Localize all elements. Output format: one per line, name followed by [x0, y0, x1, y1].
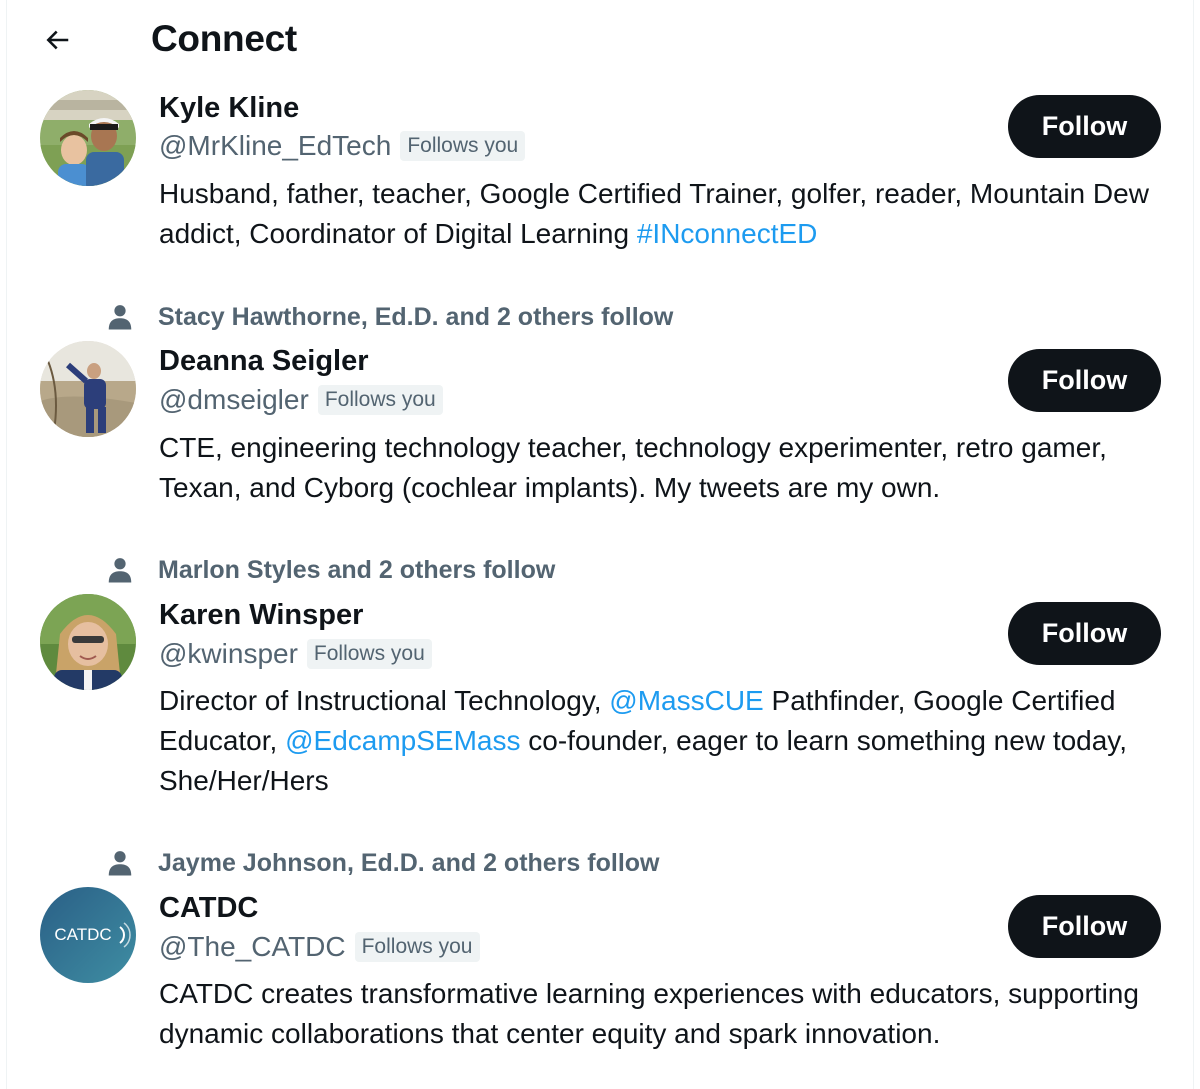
user-handle[interactable]: @dmseigler [159, 384, 309, 416]
social-context-text[interactable]: Stacy Hawthorne, Ed.D. and 2 others foll… [158, 303, 673, 332]
avatar[interactable] [40, 90, 136, 186]
handle-row: @MrKline_EdTech Follows you [159, 128, 526, 164]
follow-button[interactable]: Follow [1008, 895, 1161, 958]
follows-you-badge: Follows you [400, 131, 526, 161]
user-bio: CTE, engineering technology teacher, tec… [159, 432, 1107, 503]
connect-page: Connect Kyle Kline @MrKline_EdTech Follo… [6, 0, 1194, 1089]
user-handle[interactable]: @The_CATDC [159, 931, 346, 963]
bio-text: Director of Instructional Technology, [159, 685, 610, 716]
page-header: Connect [7, 0, 1193, 84]
handle-row: @dmseigler Follows you [159, 382, 443, 418]
user-name[interactable]: Kyle Kline [159, 90, 299, 126]
user-name[interactable]: Karen Winsper [159, 597, 363, 633]
person-icon [108, 558, 132, 583]
social-context: Jayme Johnson, Ed.D. and 2 others follow [105, 847, 659, 879]
user-handle[interactable]: @kwinsper [159, 638, 298, 670]
mention-link-edcampsemass[interactable]: @EdcampSEMass [285, 725, 520, 756]
arrow-left-icon [46, 30, 69, 50]
follow-button[interactable]: Follow [1008, 349, 1161, 412]
social-context-text[interactable]: Marlon Styles and 2 others follow [158, 556, 555, 585]
mention-link-masscue[interactable]: @MassCUE [609, 685, 763, 716]
user-name[interactable]: CATDC [159, 890, 258, 926]
person-icon [108, 305, 132, 330]
back-button[interactable] [35, 18, 79, 62]
follow-button[interactable]: Follow [1008, 95, 1161, 158]
hashtag-link[interactable]: #INconnectED [637, 218, 818, 249]
handle-row: @The_CATDC Follows you [159, 929, 480, 965]
follows-you-badge: Follows you [317, 385, 443, 415]
person-icon [108, 851, 132, 876]
user-handle[interactable]: @MrKline_EdTech [159, 130, 391, 162]
user-bio: Director of Instructional Technology, @M… [159, 681, 1169, 801]
follow-button[interactable]: Follow [1008, 602, 1161, 665]
social-context-text[interactable]: Jayme Johnson, Ed.D. and 2 others follow [158, 849, 659, 878]
catdc-logo-text: CATDC [54, 925, 111, 944]
social-context: Stacy Hawthorne, Ed.D. and 2 others foll… [105, 301, 673, 333]
user-bio: CATDC creates transformative learning ex… [159, 978, 1139, 1049]
social-context: Marlon Styles and 2 others follow [105, 554, 555, 586]
handle-row: @kwinsper Follows you [159, 636, 432, 672]
user-bio: Husband, father, teacher, Google Certifi… [159, 174, 1169, 254]
follows-you-badge: Follows you [306, 639, 432, 669]
avatar[interactable]: CATDC [40, 887, 136, 983]
avatar[interactable] [40, 594, 136, 690]
page-title: Connect [151, 18, 297, 59]
follows-you-badge: Follows you [354, 932, 480, 962]
user-name[interactable]: Deanna Seigler [159, 343, 369, 379]
avatar[interactable] [40, 341, 136, 437]
